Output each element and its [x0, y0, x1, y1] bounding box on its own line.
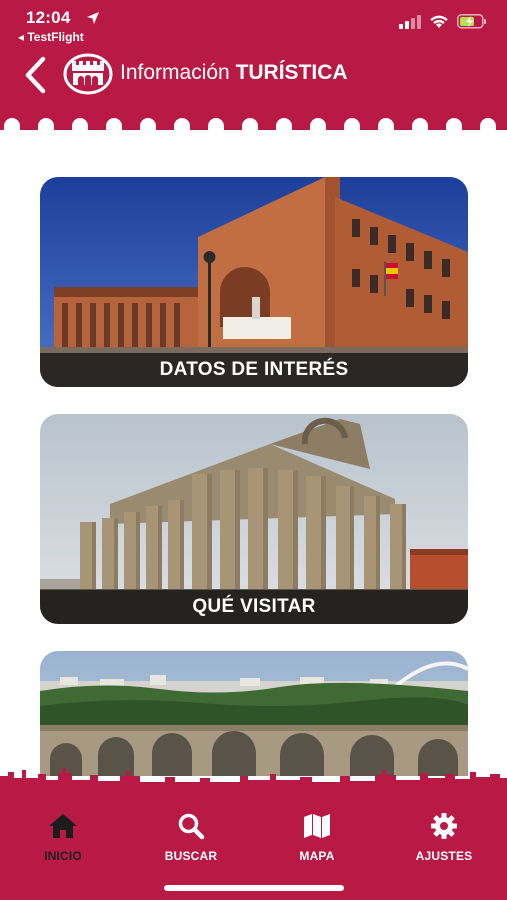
tab-inicio[interactable]: INICIO: [8, 812, 118, 865]
tab-buscar[interactable]: BUSCAR: [136, 812, 246, 865]
card-label: DATOS DE INTERÉS: [40, 353, 468, 387]
tab-label: AJUSTES: [415, 849, 473, 863]
page-title-bold: TURÍSTICA: [235, 61, 348, 84]
chevron-left-icon[interactable]: [22, 55, 48, 95]
cellular-signal-icon: [399, 14, 421, 29]
city-emblem-icon: [63, 53, 113, 95]
home-indicator[interactable]: [164, 885, 344, 891]
card-label: QUÉ VISITAR: [40, 590, 468, 624]
search-icon: [178, 813, 205, 840]
card-que-visitar[interactable]: QUÉ VISITAR: [40, 414, 468, 624]
crenellation-border: [0, 108, 507, 136]
back-to-testflight-link[interactable]: ◂ TestFlight: [18, 30, 84, 44]
wifi-icon: [430, 15, 448, 28]
status-bar: 12:04 ◂ TestFlight: [0, 0, 507, 48]
tab-mapa[interactable]: MAPA: [262, 812, 372, 865]
roman-bridge-photo: [40, 651, 468, 776]
header-bar: 12:04 ◂ TestFlight Información TURÍSTICA: [0, 0, 507, 112]
page-title-regular: Información: [120, 61, 230, 84]
location-arrow-icon: [87, 12, 99, 24]
battery-charging-icon: [457, 14, 486, 29]
gear-icon: [431, 813, 457, 839]
tab-label: MAPA: [299, 849, 335, 863]
map-icon: [304, 814, 330, 838]
bottom-tab-bar: INICIO BUSCAR MAPA AJUSTES: [0, 790, 507, 900]
tab-label: INICIO: [44, 849, 82, 863]
card-puente-romano[interactable]: [40, 651, 468, 776]
tab-label: BUSCAR: [164, 849, 218, 863]
status-indicators: [399, 14, 487, 29]
status-time: 12:04: [26, 8, 71, 27]
card-datos-de-interes[interactable]: DATOS DE INTERÉS: [40, 177, 468, 387]
home-icon: [49, 814, 77, 838]
tab-ajustes[interactable]: AJUSTES: [389, 812, 499, 865]
page-title: Información TURÍSTICA: [120, 61, 348, 85]
menu-list: DATOS DE INTERÉS QUÉ VISITAR: [0, 136, 507, 776]
